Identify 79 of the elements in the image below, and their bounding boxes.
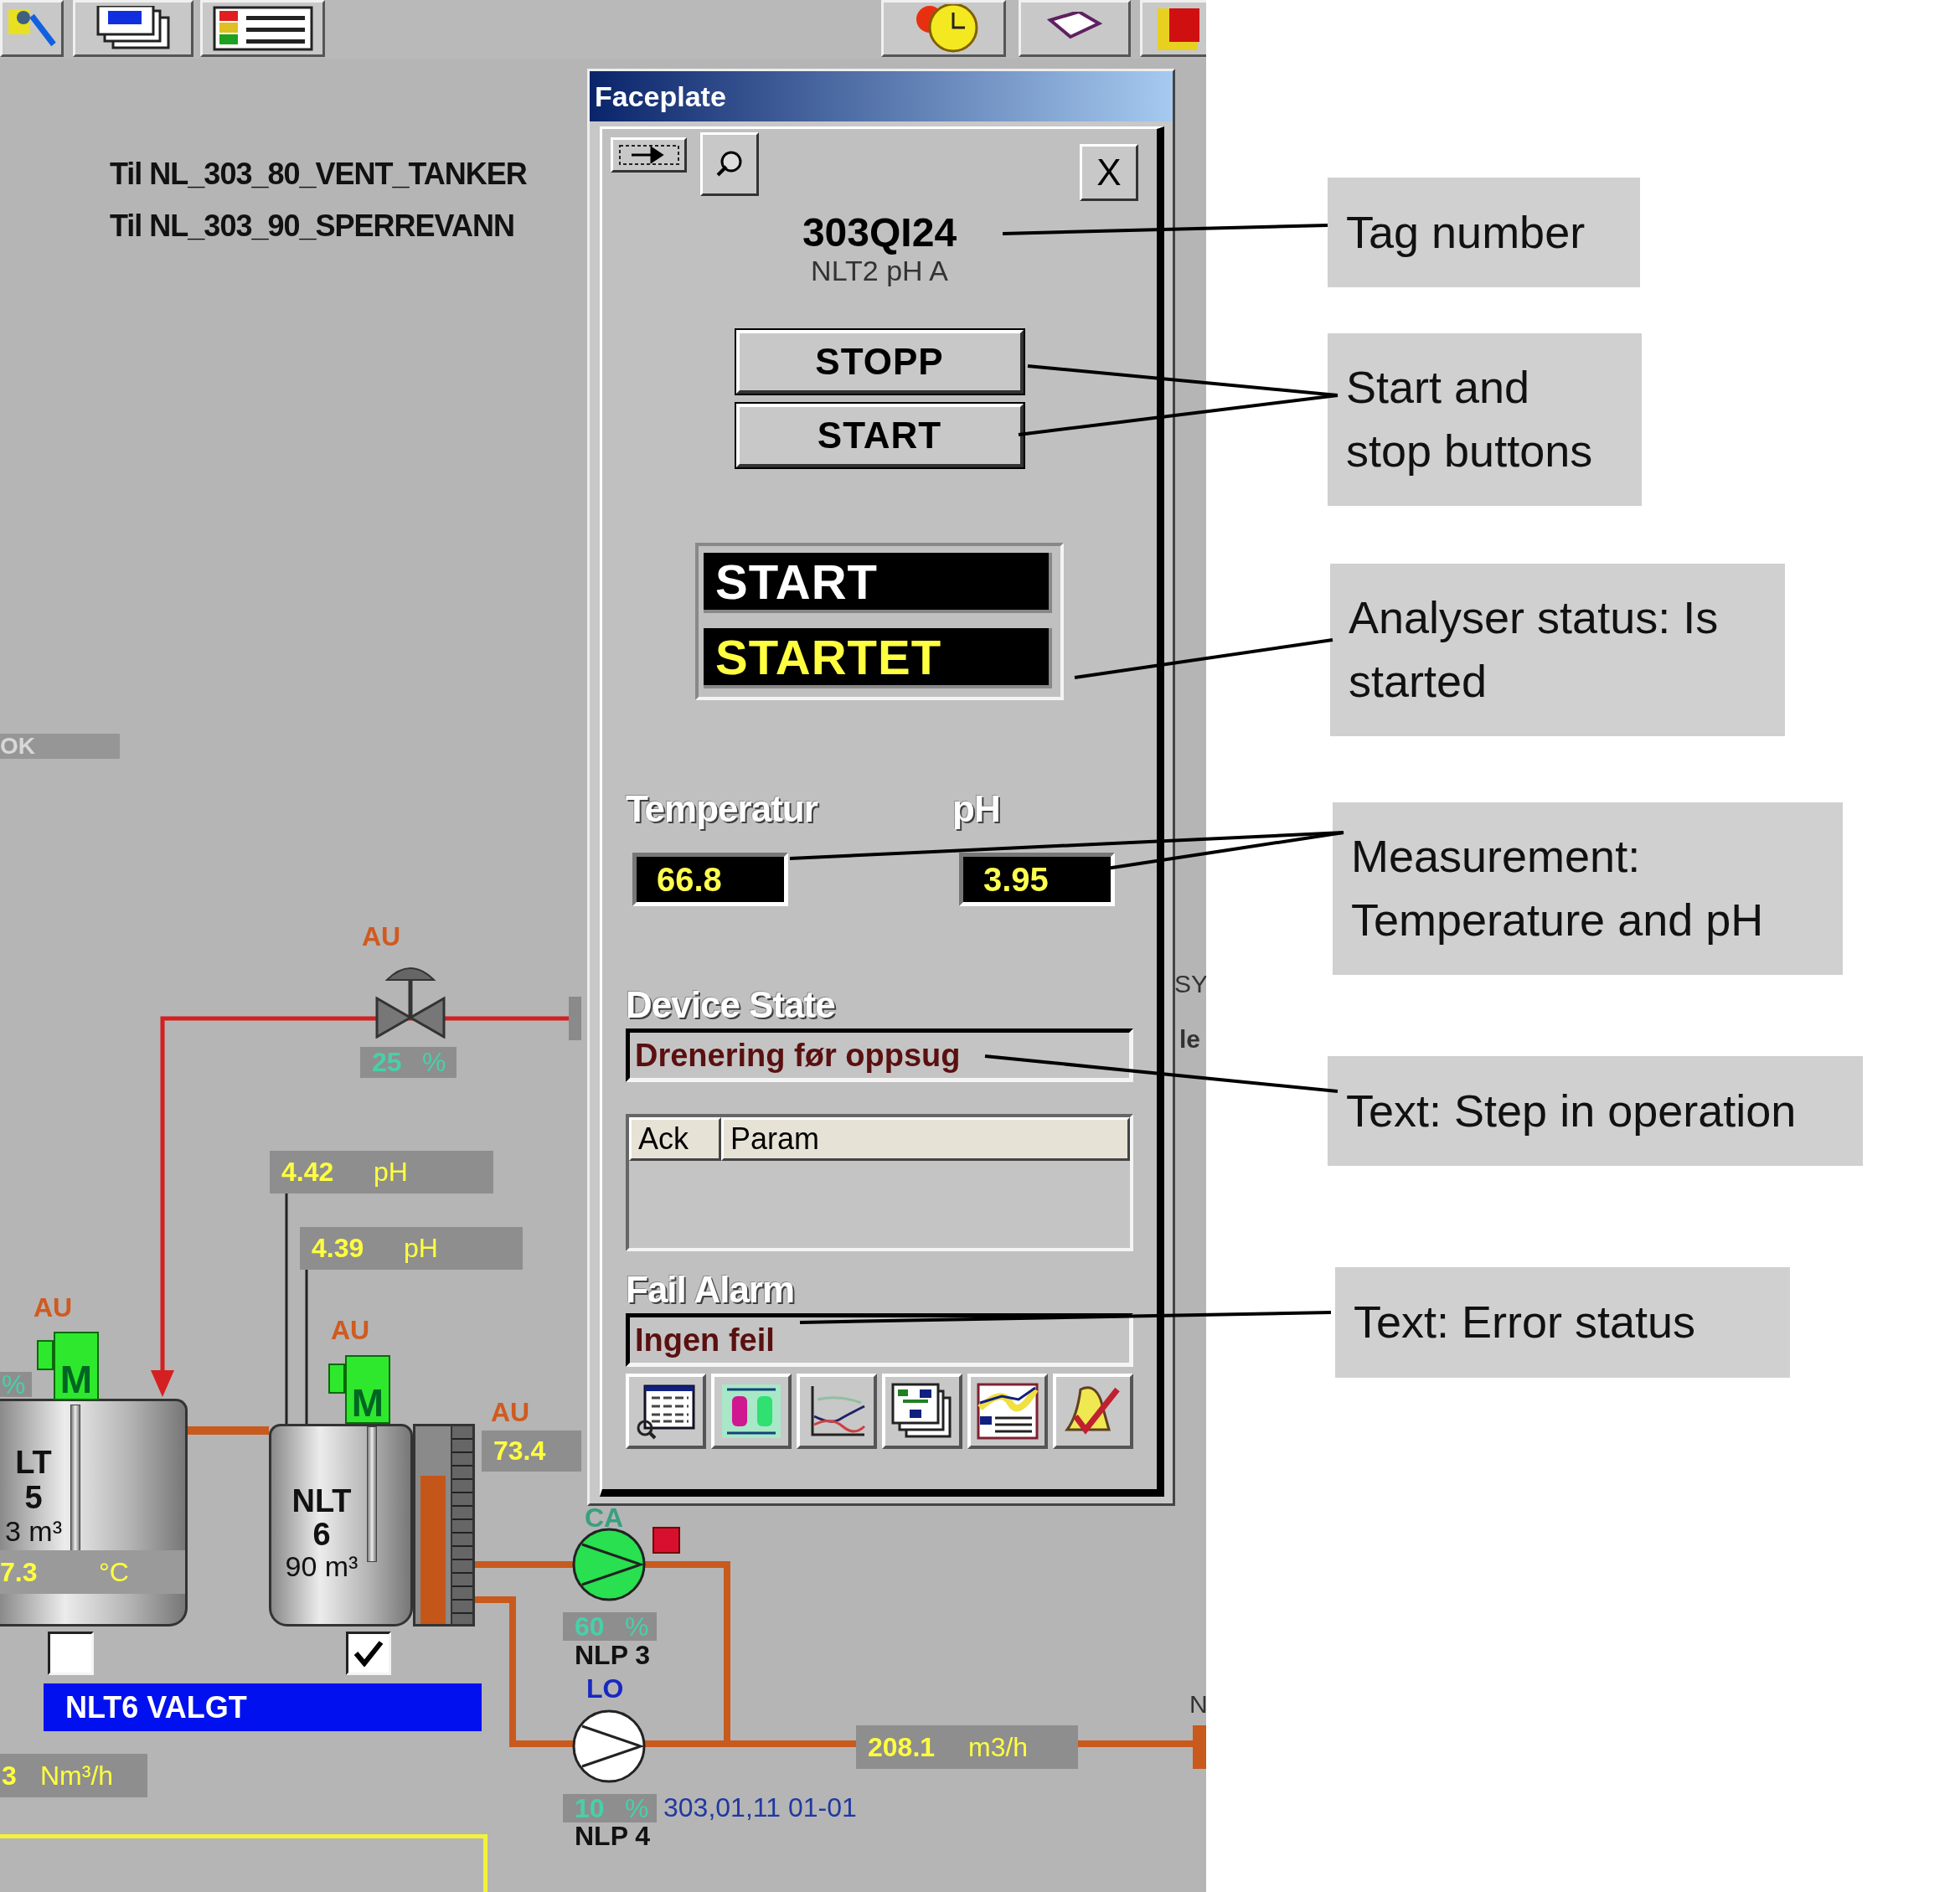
mode-label: AU [362,923,401,950]
motor: M [37,1332,99,1400]
toolbar-button[interactable] [1140,0,1206,57]
device-state-field: Drenering før oppsug [626,1028,1133,1083]
percent-readout: 25 % [360,1047,456,1078]
command-status: START [704,553,1052,614]
toolbar-button[interactable] [1019,0,1131,57]
percent-readout: 10 % [563,1794,657,1822]
annotation-label: Tag number [1328,178,1640,287]
transfer-link[interactable]: Til NL_303_80_VENT_TANKER [110,159,527,189]
checkbox[interactable] [48,1632,94,1675]
tool-button[interactable] [626,1374,706,1450]
annotation-label: Text: Step in operation [1328,1056,1863,1166]
toolbar-button[interactable] [0,0,64,57]
pipe-end [569,997,581,1040]
ph-readout: 4.39 pH [300,1227,523,1270]
annotation-label: Analyser status: Is started [1330,564,1785,736]
pump-label: NLP 3 [575,1642,651,1668]
mode-label: AU [491,1399,530,1425]
close-button[interactable]: X [1080,144,1138,201]
address-label: 303,01,11 01-01 [663,1794,857,1821]
fail-alarm-field: Ingen feil [626,1313,1133,1368]
list-icon [212,6,313,51]
tank-label: LT [14,1446,53,1478]
flow-readout: 208.1 m3/h [856,1725,1078,1769]
tank-label: 6 [312,1518,332,1550]
tool-button[interactable] [882,1374,962,1450]
feedback-status: STARTET [704,628,1052,689]
gas-flow-readout: 3 Nm³/h [0,1754,147,1797]
window-title: Faceplate [590,71,1173,121]
annotation-label: Start and stop buttons [1328,333,1642,506]
table-search-icon [635,1383,697,1441]
tag-description: NLT2 pH A [811,255,948,287]
pipe-end [1193,1725,1206,1769]
field-label: Fail Alarm [626,1271,795,1309]
command-button[interactable]: START [735,404,1024,468]
tool-button[interactable] [711,1374,792,1450]
measurement-value: 3.95 [959,853,1115,907]
level-readout: 73.4 [482,1431,581,1472]
annotation-label: Measurement: Temperature and pH [1333,802,1843,975]
temperature-readout: 7.3 °C [0,1550,185,1594]
measurement-label: Temperatur [626,791,819,828]
diagram-pages-icon [891,1383,953,1441]
annotation-label: Text: Error status [1335,1267,1790,1378]
edge-label: N [1189,1692,1206,1717]
column-header: Param [721,1117,1130,1162]
command-button[interactable]: STOPP [735,330,1024,394]
percent-readout: % [0,1372,32,1397]
report-icon [977,1383,1039,1441]
ph-readout: 4.42 pH [270,1151,493,1193]
tank-label: NLT [291,1485,353,1517]
tank-label: 3 m³ [4,1517,63,1545]
tank-label: 90 m³ [284,1552,359,1580]
tool-button[interactable] [967,1374,1048,1450]
measurement-value: 66.8 [632,853,788,907]
transfer-link[interactable]: Til NL_303_90_SPERREVANN [110,211,514,241]
status-bar: OK [0,734,120,759]
check-icon [353,1640,384,1667]
mode-label: AU [34,1294,73,1321]
tool-button[interactable] [1053,1374,1133,1450]
pump-label: NLP 4 [575,1822,651,1849]
column-header: Ack [629,1117,721,1162]
toolbar-button[interactable] [200,0,325,57]
selection-banner: NLT6 VALGT [44,1683,482,1731]
mode-label: AU [331,1317,370,1343]
mode-label: CA [585,1504,624,1531]
toolbar-button[interactable] [881,0,1006,57]
measurement-label: pH [952,791,1001,828]
field-label: Device State [626,987,835,1024]
motor: M [328,1355,390,1424]
tool-button[interactable] [797,1374,877,1450]
toolbar-button[interactable] [73,0,193,57]
tanks-icon [720,1383,782,1441]
checkbox[interactable] [346,1632,391,1675]
mode-label: LO [586,1675,624,1702]
tank-label: 5 [23,1482,44,1513]
tag-number: 303QI24 [801,211,958,255]
edge-label: le [1179,1027,1201,1052]
percent-readout: 60 % [563,1612,657,1641]
